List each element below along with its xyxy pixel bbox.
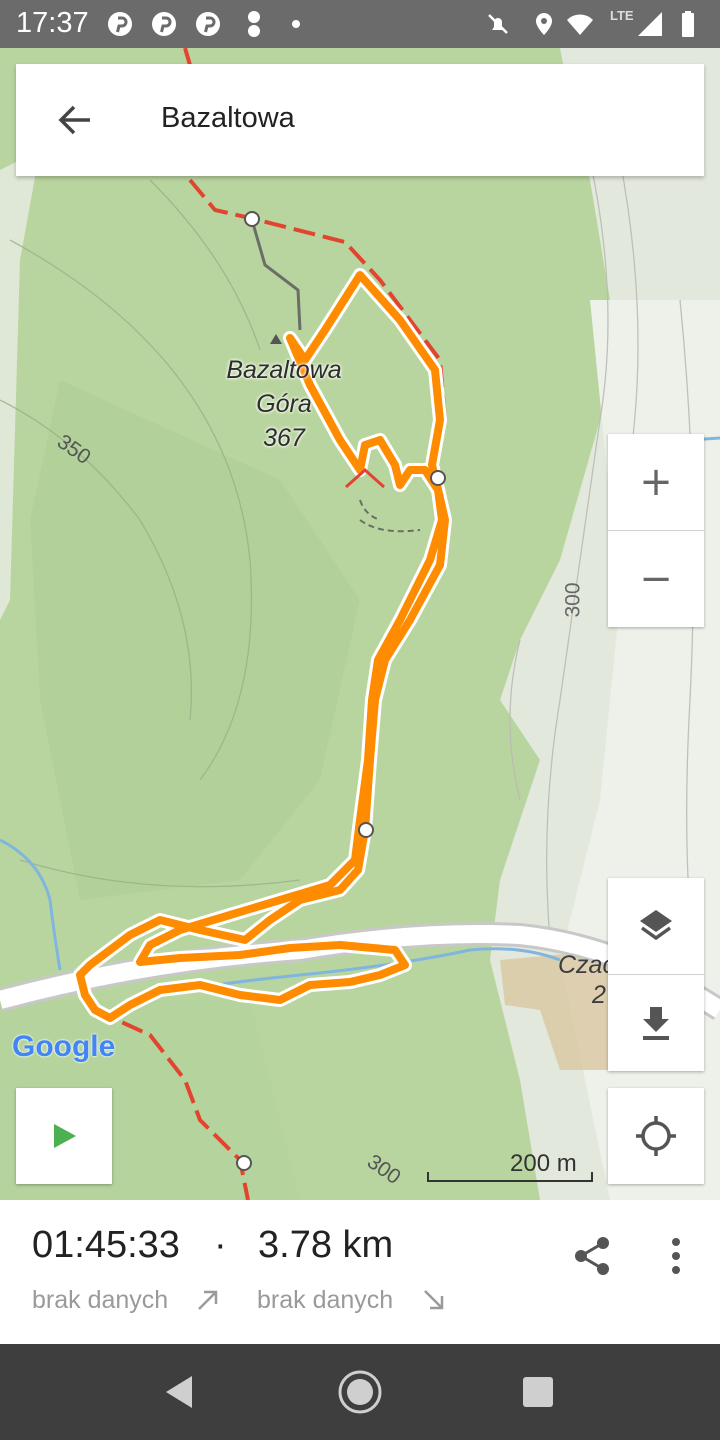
share-icon[interactable] xyxy=(570,1234,614,1278)
map-tools xyxy=(608,878,704,1071)
place-name-suffix: 2 xyxy=(592,981,606,1009)
descent-label: brak danych xyxy=(257,1286,394,1314)
download-button[interactable] xyxy=(608,974,704,1071)
track-duration: 01:45:33 xyxy=(32,1224,180,1266)
zoom-controls: + − xyxy=(608,434,704,627)
peak-name-line2: Góra xyxy=(256,390,312,418)
arrow-back-icon[interactable] xyxy=(52,96,100,144)
battery-icon xyxy=(682,11,694,37)
zoom-out-icon: − xyxy=(639,556,673,602)
track-info-panel: 01:45:33 · 3.78 km brak danych brak dany… xyxy=(0,1200,720,1344)
my-location-icon xyxy=(636,1116,676,1156)
page-title: Bazaltowa xyxy=(161,102,295,134)
status-time: 17:37 xyxy=(16,7,89,39)
play-icon xyxy=(54,1124,76,1148)
status-bar: 17:37 LTE xyxy=(0,0,720,48)
ascent-label: brak danych xyxy=(32,1286,169,1314)
system-nav-bar xyxy=(0,1344,720,1440)
zoom-out-button[interactable]: − xyxy=(608,530,704,627)
pinterest-icon xyxy=(108,12,132,36)
top-app-bar: Bazaltowa xyxy=(16,64,704,176)
layers-icon xyxy=(640,910,672,941)
play-button[interactable] xyxy=(16,1088,112,1184)
map-scale-bar xyxy=(427,1172,593,1182)
track-distance: 3.78 km xyxy=(258,1224,394,1266)
dot-icon xyxy=(292,20,300,28)
wifi-icon xyxy=(567,14,593,35)
network-type-label: LTE xyxy=(610,8,634,23)
peak-label: Bazaltowa Góra 367 xyxy=(214,353,354,455)
google-attribution: Google xyxy=(12,1030,115,1064)
place-name: Czac xyxy=(558,951,615,979)
location-icon xyxy=(536,13,552,35)
home-circle-icon[interactable] xyxy=(336,1368,384,1416)
google-logo-text: Google xyxy=(12,1030,116,1063)
pinterest-icon xyxy=(196,12,220,36)
more-vert-icon[interactable] xyxy=(660,1234,692,1278)
peak-name-line1: Bazaltowa xyxy=(226,356,342,384)
hourglass-icon xyxy=(248,11,260,37)
separator-dot: · xyxy=(214,1224,227,1266)
download-icon xyxy=(643,1007,669,1040)
signal-icon xyxy=(638,12,662,36)
mute-icon xyxy=(488,14,508,34)
pinterest-icon xyxy=(152,12,176,36)
place-label: Czac 2 xyxy=(558,950,615,1010)
zoom-in-icon: + xyxy=(639,459,673,505)
peak-elevation: 367 xyxy=(263,424,305,452)
zoom-in-button[interactable]: + xyxy=(608,434,704,530)
descent-arrow-icon xyxy=(424,1290,444,1310)
recents-square-icon[interactable] xyxy=(514,1368,562,1416)
layers-button[interactable] xyxy=(608,878,704,974)
contour-label-300-right: 300 xyxy=(561,582,585,618)
ascent-arrow-icon xyxy=(198,1290,218,1310)
my-location-button[interactable] xyxy=(608,1088,704,1184)
back-triangle-icon[interactable] xyxy=(156,1368,204,1416)
